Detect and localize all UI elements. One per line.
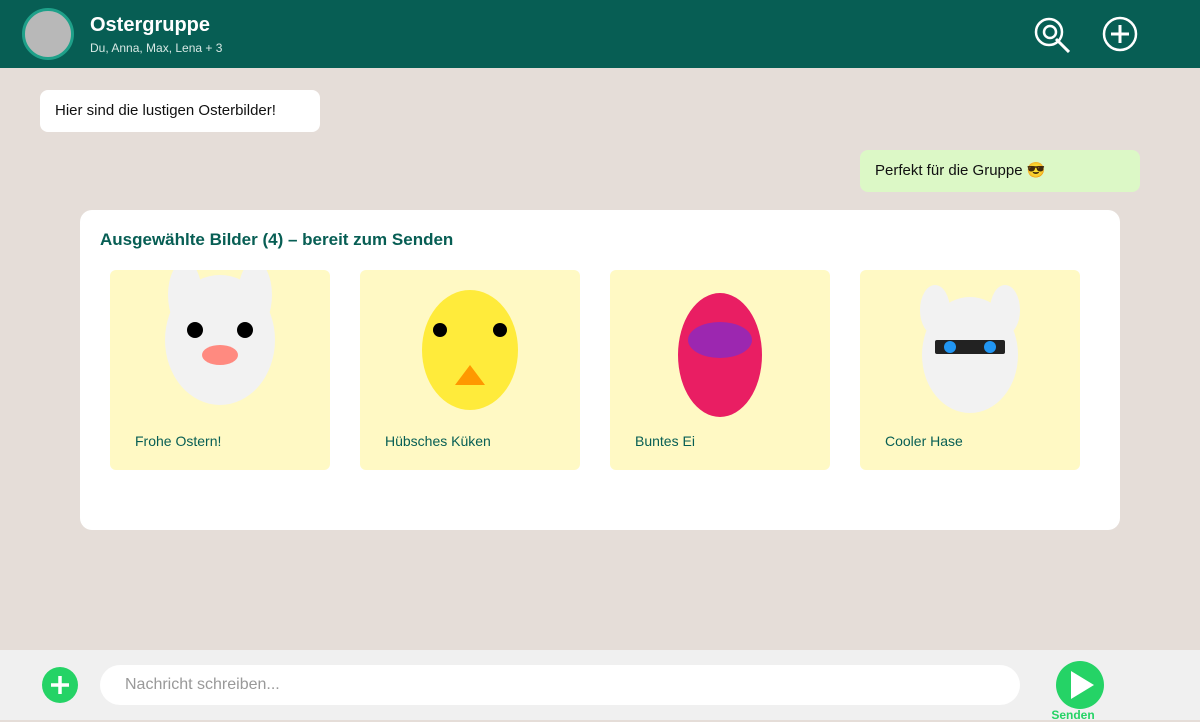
image-caption: Frohe Ostern! [135,433,222,449]
image-caption: Buntes Ei [635,433,695,449]
group-avatar[interactable] [22,8,74,60]
send-icon [1071,671,1094,699]
selected-images-panel: Ausgewählte Bilder (4) – bereit zum Send… [80,210,1120,530]
search-icon[interactable] [1032,15,1071,54]
plus-icon [51,676,69,694]
send-button[interactable] [1056,661,1104,709]
chat-header: Ostergruppe Du, Anna, Max, Lena + 3 [0,0,1200,68]
image-caption: Cooler Hase [885,433,963,449]
image-caption: Hübsches Küken [385,433,491,449]
image-card-chick[interactable]: Hübsches Küken [360,270,580,470]
add-icon[interactable] [1101,15,1139,53]
selected-images-title: Ausgewählte Bilder (4) – bereit zum Send… [100,230,454,249]
message-input[interactable] [100,665,1020,705]
image-card-bunny[interactable]: Frohe Ostern! [110,270,330,470]
outgoing-message: Perfekt für die Gruppe 😎 [860,150,1140,192]
image-card-egg[interactable]: Buntes Ei [610,270,830,470]
image-card-cool-bunny[interactable]: Cooler Hase [860,270,1080,470]
chat-members: Du, Anna, Max, Lena + 3 [90,41,223,55]
chat-title[interactable]: Ostergruppe [90,14,210,37]
message-composer: Senden [0,650,1200,722]
incoming-message: Hier sind die lustigen Osterbilder! [40,90,320,132]
attach-button[interactable] [42,667,78,703]
